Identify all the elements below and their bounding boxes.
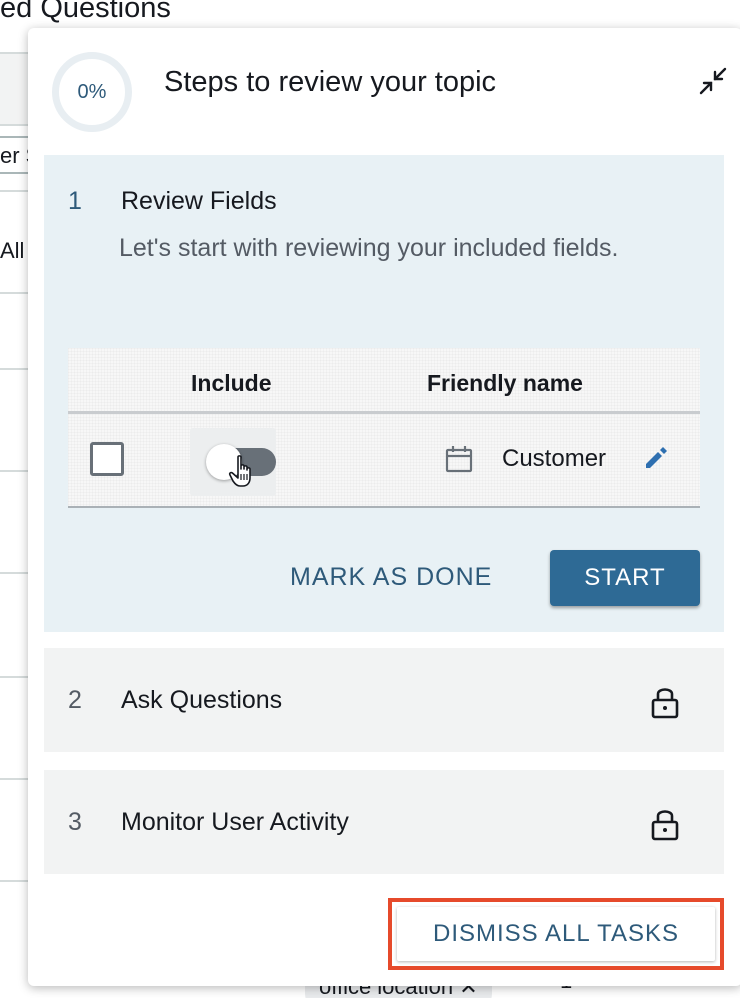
collapse-arrows-icon [699, 67, 727, 95]
background-filter-value: All [0, 238, 25, 263]
background-divider [0, 470, 30, 472]
hand-pointer-icon [228, 455, 251, 487]
row-select-checkbox[interactable] [90, 442, 124, 476]
column-header-friendly-name: Friendly name [427, 370, 583, 396]
start-button[interactable]: START [550, 550, 700, 606]
step-review-fields: 1 Review Fields Let's start with reviewi… [44, 155, 724, 632]
step-title: Monitor User Activity [121, 808, 349, 836]
preview-table-header: Include Friendly name [68, 348, 700, 414]
dismiss-all-tasks-button[interactable]: DISMISS ALL TASKS [397, 907, 715, 961]
step-title: Ask Questions [121, 686, 283, 714]
pencil-icon[interactable] [642, 444, 670, 472]
panel-title: Steps to review your topic [164, 66, 497, 98]
progress-value: 0% [77, 80, 107, 103]
step-number: 2 [68, 686, 82, 714]
field-friendly-name: Customer [502, 445, 607, 472]
step-monitor-user-activity: 3 Monitor User Activity [44, 770, 724, 874]
steps-panel: 0% Steps to review your topic 1 Review F… [28, 28, 740, 986]
fields-preview-table: Include Friendly name Customer [68, 348, 700, 508]
lock-icon [651, 688, 679, 719]
background-divider [0, 368, 30, 370]
background-divider [0, 676, 30, 678]
lock-icon [651, 810, 679, 841]
step-number: 3 [68, 808, 82, 836]
background-divider [0, 292, 30, 294]
background-page-title: ed Questions [0, 0, 171, 24]
collapse-button[interactable] [694, 62, 732, 100]
mark-as-done-button[interactable]: MARK AS DONE [290, 563, 492, 592]
background-table-header [0, 52, 30, 126]
step-description: Let's start with reviewing your included… [119, 234, 619, 262]
background-divider [0, 572, 30, 574]
progress-indicator: 0% [52, 52, 132, 132]
background-divider [0, 880, 30, 882]
table-row: Customer [68, 414, 700, 508]
background-divider [0, 190, 30, 192]
step-number: 1 [68, 187, 82, 215]
step-title: Review Fields [121, 187, 277, 215]
calendar-icon [445, 446, 473, 473]
step-ask-questions: 2 Ask Questions [44, 648, 724, 752]
background-divider [0, 778, 30, 780]
include-toggle[interactable] [190, 428, 276, 496]
column-header-include: Include [191, 370, 272, 396]
dismiss-highlight: DISMISS ALL TASKS [388, 898, 724, 970]
